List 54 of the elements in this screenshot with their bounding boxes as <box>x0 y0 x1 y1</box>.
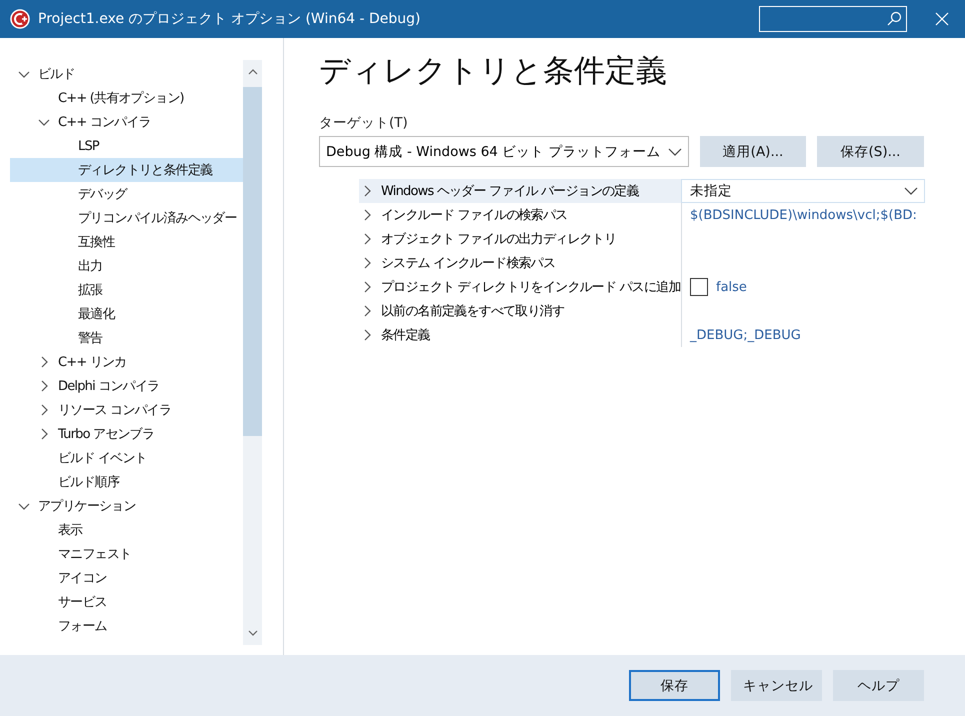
app-logo-icon <box>10 9 30 29</box>
tree-item[interactable]: Delphi コンパイラ <box>10 374 243 398</box>
tree-item[interactable]: フォーム <box>10 614 243 638</box>
tree-item[interactable]: C++ コンパイラ <box>10 110 243 134</box>
property-name[interactable]: システム インクルード検索パス <box>359 251 681 275</box>
tree-item[interactable]: マニフェスト <box>10 542 243 566</box>
target-button[interactable]: 適用(A)... <box>700 136 806 167</box>
property-name[interactable]: インクルード ファイルの検索パス <box>359 203 681 227</box>
scroll-down-icon[interactable] <box>248 629 258 637</box>
property-value: false <box>716 280 747 294</box>
tree-item[interactable]: プリコンパイル済みヘッダー <box>10 206 243 230</box>
window-title: Project1.exe のプロジェクト オプション (Win64 - Debug) <box>38 10 422 28</box>
dialog-button[interactable]: ヘルプ <box>833 670 924 701</box>
tree-item[interactable]: Turbo アセンブラ <box>10 422 243 446</box>
search-field[interactable] <box>759 6 907 32</box>
target-dropdown[interactable]: Debug 構成 - Windows 64 ビット プラットフォーム <box>319 136 689 167</box>
property-name[interactable]: Windows ヘッダー ファイル バージョンの定義 <box>359 179 681 203</box>
scrollbar[interactable] <box>243 60 262 645</box>
property-value: _DEBUG;_DEBUG <box>690 328 801 342</box>
tree-item[interactable]: ビルド <box>10 62 243 86</box>
chevron-down-icon <box>904 186 918 196</box>
property-dropdown[interactable]: 未指定 <box>681 179 925 203</box>
tree-item[interactable]: デバッグ <box>10 182 243 206</box>
property-value: $(BDSINCLUDE)\windows\vcl;$(BD: <box>690 208 917 222</box>
property-name[interactable]: プロジェクト ディレクトリをインクルード パスに追加 <box>359 275 681 299</box>
page-heading: ディレクトリと条件定義 <box>319 52 668 91</box>
chevron-down-icon <box>668 146 682 156</box>
tree-item[interactable]: 互換性 <box>10 230 243 254</box>
search-icon <box>886 11 902 27</box>
tree-item[interactable]: LSP <box>10 134 243 158</box>
tree-item[interactable]: 拡張 <box>10 278 243 302</box>
tree-item[interactable]: ビルド順序 <box>10 470 243 494</box>
property-name[interactable]: オブジェクト ファイルの出力ディレクトリ <box>359 227 681 251</box>
tree-item[interactable]: リソース コンパイラ <box>10 398 243 422</box>
dialog-button[interactable]: キャンセル <box>731 670 822 701</box>
checkbox[interactable] <box>690 278 708 296</box>
tree-item[interactable]: 最適化 <box>10 302 243 326</box>
tree-item[interactable]: C++ リンカ <box>10 350 243 374</box>
target-button[interactable]: 保存(S)... <box>817 136 924 167</box>
tree-item[interactable]: 警告 <box>10 326 243 350</box>
dialog-button[interactable]: 保存 <box>629 670 720 701</box>
scroll-up-icon[interactable] <box>248 68 258 76</box>
tree-item[interactable]: ディレクトリと条件定義 <box>10 158 243 182</box>
tree-item[interactable]: 出力 <box>10 254 243 278</box>
target-label: ターゲット(T) <box>319 114 409 132</box>
property-name[interactable]: 以前の名前定義をすべて取り消す <box>359 299 681 323</box>
tree-item[interactable]: アプリケーション <box>10 494 243 518</box>
tree-item[interactable]: アイコン <box>10 566 243 590</box>
property-name[interactable]: 条件定義 <box>359 323 681 347</box>
tree-item[interactable]: ビルド イベント <box>10 446 243 470</box>
close-icon[interactable] <box>935 12 949 26</box>
tree-item[interactable]: C++ (共有オプション) <box>10 86 243 110</box>
tree-item[interactable]: サービス <box>10 590 243 614</box>
tree-item[interactable]: 表示 <box>10 518 243 542</box>
